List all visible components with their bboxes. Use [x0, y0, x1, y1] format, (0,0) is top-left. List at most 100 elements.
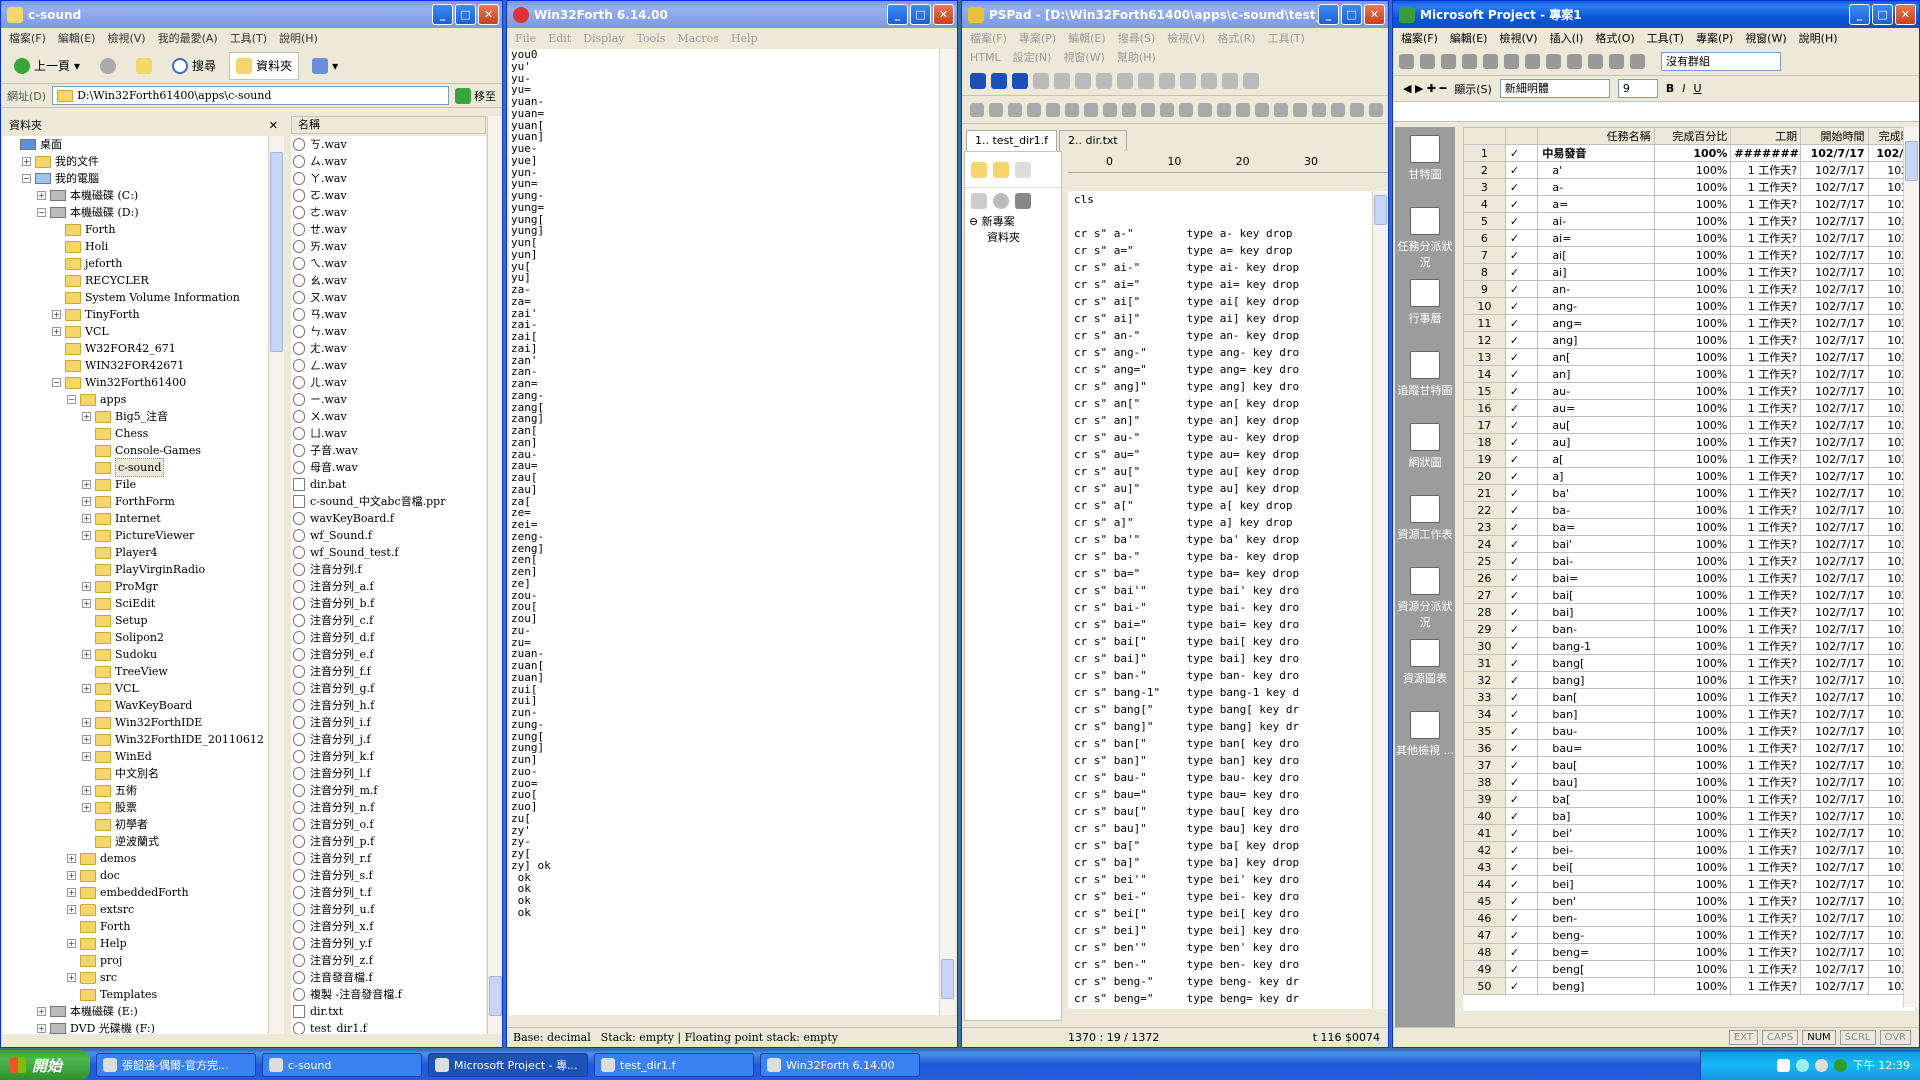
table-row[interactable]: 33✓ban[100%1 工作天?102/7/17102/7/: [1463, 688, 1915, 706]
tree-item[interactable]: Templates: [7, 986, 268, 1003]
table-row[interactable]: 41✓bei'100%1 工作天?102/7/17102/7/: [1463, 824, 1915, 842]
taskbar-button[interactable]: Win32Forth 6.14.00: [760, 1053, 920, 1077]
task-start[interactable]: 102/7/17: [1800, 926, 1869, 944]
file-item[interactable]: 母音.wav: [293, 459, 486, 476]
menu-item[interactable]: 檔案(F): [970, 30, 1007, 46]
task-dur[interactable]: 1 工作天?: [1730, 654, 1802, 672]
task-pct[interactable]: 100%: [1653, 586, 1732, 604]
file-item[interactable]: 注音分列_c.f: [293, 612, 486, 629]
file-item[interactable]: 注音分列_u.f: [293, 901, 486, 918]
task-pct[interactable]: 100%: [1653, 688, 1732, 706]
task-name[interactable]: bang-1: [1537, 637, 1655, 655]
tree-item[interactable]: System Volume Information: [7, 289, 268, 306]
go-button[interactable]: 移至: [455, 87, 496, 104]
tree-item[interactable]: Setup: [7, 612, 268, 629]
task-name[interactable]: au]: [1537, 433, 1655, 451]
task-pct[interactable]: 100%: [1653, 569, 1732, 587]
menu-item[interactable]: 編輯(E): [58, 30, 96, 46]
task-name[interactable]: bai-: [1537, 552, 1655, 570]
pspad-titlebar[interactable]: PSPad - [D:\Win32Forth61400\apps\c-sound…: [962, 1, 1388, 28]
project-root[interactable]: ⊖ 新專案: [969, 214, 1061, 230]
table-row[interactable]: 45✓ben'100%1 工作天?102/7/17102/7/: [1463, 892, 1915, 910]
task-pct[interactable]: 100%: [1653, 450, 1732, 468]
forth-console[interactable]: you0 yu' yu- yu= yuan- yuan= yuan[ yuan]…: [509, 49, 939, 1015]
table-row[interactable]: 30✓bang-1100%1 工作天?102/7/17102/7/: [1463, 637, 1915, 655]
file-item[interactable]: ㄥ.wav: [293, 357, 486, 374]
task-pct[interactable]: 100%: [1653, 246, 1732, 264]
tree-item[interactable]: + VCL: [7, 680, 268, 697]
task-pct[interactable]: 100%: [1653, 892, 1732, 910]
menu-item[interactable]: 視窗(W): [1745, 30, 1786, 46]
task-start[interactable]: 102/7/17: [1800, 654, 1869, 672]
views-button[interactable]: ▾: [305, 52, 345, 80]
expand-icon[interactable]: +: [82, 531, 91, 540]
editor-tab[interactable]: 1.. test_dir1.f: [966, 130, 1058, 152]
tree-item[interactable]: PlayVirginRadio: [7, 561, 268, 578]
task-dur[interactable]: 1 工作天?: [1730, 229, 1802, 247]
task-pct[interactable]: 100%: [1653, 909, 1732, 927]
file-item[interactable]: dir.bat: [293, 476, 486, 493]
task-dur[interactable]: 1 工作天?: [1730, 688, 1802, 706]
task-pct[interactable]: 100%: [1653, 807, 1732, 825]
tree-item[interactable]: + Win32ForthIDE_20110612: [7, 731, 268, 748]
task-dur[interactable]: 1 工作天?: [1730, 416, 1802, 434]
tree-item[interactable]: + src: [7, 969, 268, 986]
menu-item[interactable]: 檢視(V): [107, 30, 145, 46]
expand-icon[interactable]: +: [82, 599, 91, 608]
task-start[interactable]: 102/7/17: [1800, 229, 1869, 247]
menu-item[interactable]: 我的最愛(A): [158, 30, 218, 46]
task-dur[interactable]: 1 工作天?: [1730, 314, 1802, 332]
task-dur[interactable]: 1 工作天?: [1730, 484, 1802, 502]
task-pct[interactable]: 100%: [1653, 382, 1732, 400]
back-button[interactable]: 上一頁 ▾: [7, 52, 87, 80]
tree-item[interactable]: proj: [7, 952, 268, 969]
tree-item[interactable]: + 我的文件: [7, 153, 268, 170]
toolbar-button-icon[interactable]: [989, 102, 1003, 117]
table-row[interactable]: 29✓ban-100%1 工作天?102/7/17102/7/: [1463, 620, 1915, 638]
menu-item[interactable]: 檢視(V): [1499, 30, 1537, 46]
task-dur[interactable]: 1 工作天?: [1730, 773, 1802, 791]
task-dur[interactable]: 1 工作天?: [1730, 450, 1802, 468]
expand-icon[interactable]: +: [82, 684, 91, 693]
task-start[interactable]: 102/7/17: [1800, 824, 1869, 842]
toolbar-button-icon[interactable]: [1217, 102, 1231, 117]
task-pct[interactable]: 100%: [1653, 671, 1732, 689]
expand-icon[interactable]: +: [37, 191, 46, 200]
task-start[interactable]: 102/7/17: [1800, 773, 1869, 791]
task-dur[interactable]: 1 工作天?: [1730, 705, 1802, 723]
table-row[interactable]: 7✓ai[100%1 工作天?102/7/17102/7/: [1463, 246, 1915, 264]
column-header[interactable]: 開始時間: [1800, 127, 1869, 145]
task-name[interactable]: ba-: [1537, 501, 1655, 519]
task-start[interactable]: 102/7/17: [1800, 518, 1869, 536]
task-dur[interactable]: 1 工作天?: [1730, 518, 1802, 536]
task-start[interactable]: 102/7/17: [1800, 501, 1869, 519]
file-item[interactable]: wf_Sound_test.f: [293, 544, 486, 561]
task-dur[interactable]: 1 工作天?: [1730, 569, 1802, 587]
toolbar-button-icon[interactable]: [1096, 72, 1112, 89]
table-row[interactable]: 50✓beng]100%1 工作天?102/7/17102/7/: [1463, 977, 1915, 995]
table-row[interactable]: 20✓a]100%1 工作天?102/7/17102/7/: [1463, 467, 1915, 485]
task-pct[interactable]: 100%: [1653, 535, 1732, 553]
task-name[interactable]: bai=: [1537, 569, 1655, 587]
console-scrollbar[interactable]: [939, 49, 955, 1015]
task-dur[interactable]: 1 工作天?: [1730, 331, 1802, 349]
add-folder-icon[interactable]: [993, 161, 1009, 178]
expand-icon[interactable]: +: [82, 803, 91, 812]
ime-icon[interactable]: [1833, 1058, 1847, 1072]
tree-item[interactable]: − 我的電腦: [7, 170, 268, 187]
tree-item[interactable]: + PictureViewer: [7, 527, 268, 544]
table-row[interactable]: 43✓bei[100%1 工作天?102/7/17102/7/: [1463, 858, 1915, 876]
table-row[interactable]: 27✓bai[100%1 工作天?102/7/17102/7/: [1463, 586, 1915, 604]
task-dur[interactable]: 1 工作天?: [1730, 892, 1802, 910]
task-pct[interactable]: 100%: [1653, 705, 1732, 723]
delete-icon[interactable]: [971, 193, 987, 209]
toolbar-button-icon[interactable]: [1198, 102, 1212, 117]
task-start[interactable]: 102/7/17: [1800, 909, 1869, 927]
file-scrollbar[interactable]: [487, 116, 502, 1034]
task-start[interactable]: 102/7/17: [1800, 314, 1869, 332]
task-dur[interactable]: 1 工作天?: [1730, 671, 1802, 689]
table-row[interactable]: 4✓a=100%1 工作天?102/7/17102/7/: [1463, 195, 1915, 213]
toolbar-button-icon[interactable]: [970, 72, 986, 89]
task-start[interactable]: 102/7/17: [1800, 705, 1869, 723]
task-dur[interactable]: 1 工作天?: [1730, 858, 1802, 876]
